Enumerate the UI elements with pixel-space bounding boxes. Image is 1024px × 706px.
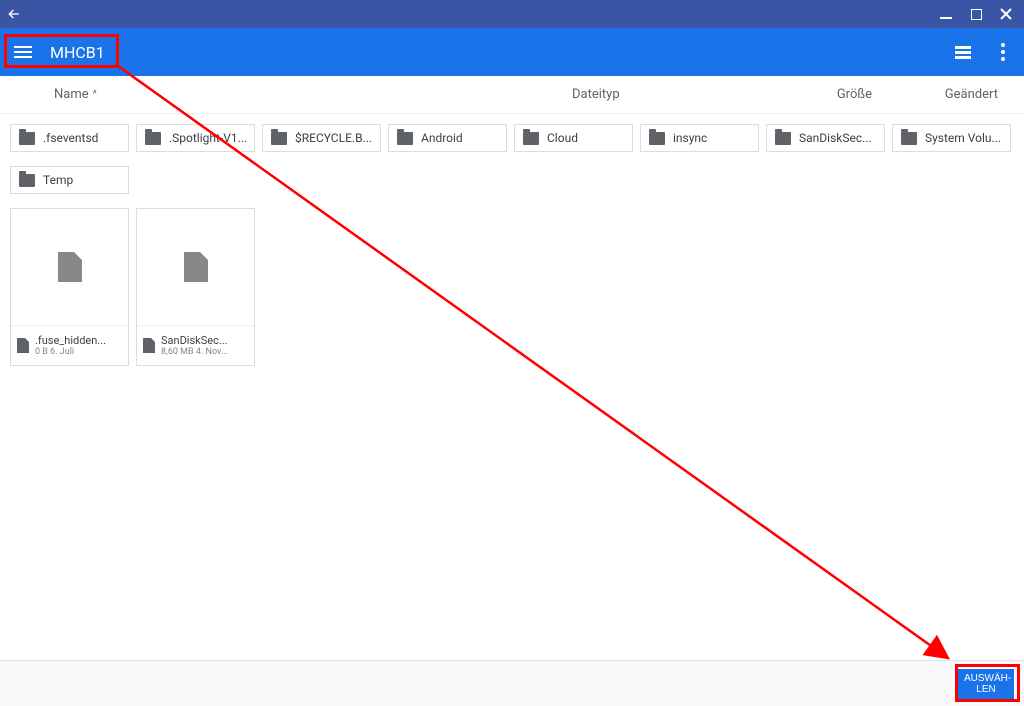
folder-item[interactable]: SanDiskSec... [766, 124, 885, 152]
folder-item[interactable]: System Volu... [892, 124, 1011, 152]
sort-asc-icon: ^ [93, 89, 97, 100]
menu-icon[interactable] [14, 46, 32, 58]
folder-icon [145, 132, 161, 145]
column-changed[interactable]: Geändert [872, 87, 1012, 102]
footer-bar: AUSWÄH-LEN [0, 660, 1024, 706]
folder-item[interactable]: .Spotlight-V1... [136, 124, 255, 152]
folder-icon [901, 132, 917, 145]
minimize-icon[interactable] [938, 6, 954, 22]
column-headers: Name ^ Dateityp Größe Geändert [0, 76, 1024, 114]
column-size[interactable]: Größe [732, 87, 872, 102]
folder-item[interactable]: insync [640, 124, 759, 152]
close-icon[interactable] [998, 6, 1014, 22]
folder-icon [271, 132, 287, 145]
maximize-icon[interactable] [968, 6, 984, 22]
list-view-icon[interactable] [952, 41, 974, 63]
folder-icon [523, 132, 539, 145]
folder-icon [775, 132, 791, 145]
file-icon [143, 338, 155, 353]
file-grid: .fseventsd .Spotlight-V1... $RECYCLE.B..… [0, 114, 1024, 376]
file-name: .fuse_hidden... [35, 334, 106, 347]
file-name: SanDiskSec... [161, 334, 228, 347]
file-meta: 8,60 MB 4. Nov... [161, 347, 228, 357]
folder-icon [649, 132, 665, 145]
folder-item[interactable]: .fseventsd [10, 124, 129, 152]
folder-icon [397, 132, 413, 145]
select-button[interactable]: AUSWÄH-LEN [958, 669, 1014, 699]
column-type[interactable]: Dateityp [572, 87, 732, 102]
folder-item[interactable]: Cloud [514, 124, 633, 152]
app-header: MHCB1 [0, 28, 1024, 76]
file-item[interactable]: .fuse_hidden... 0 B 6. Juli [10, 208, 129, 366]
window-titlebar [0, 0, 1024, 28]
back-icon[interactable] [6, 6, 22, 22]
file-icon [17, 338, 29, 353]
file-meta: 0 B 6. Juli [35, 347, 106, 357]
column-name[interactable]: Name ^ [12, 87, 572, 102]
folder-item[interactable]: Android [388, 124, 507, 152]
more-vert-icon[interactable] [992, 41, 1014, 63]
folder-item[interactable]: $RECYCLE.B... [262, 124, 381, 152]
folder-icon [19, 132, 35, 145]
location-title: MHCB1 [50, 43, 105, 62]
folder-icon [19, 174, 35, 187]
file-item[interactable]: SanDiskSec... 8,60 MB 4. Nov... [136, 208, 255, 366]
file-icon [184, 252, 208, 282]
folder-item[interactable]: Temp [10, 166, 129, 194]
file-icon [58, 252, 82, 282]
